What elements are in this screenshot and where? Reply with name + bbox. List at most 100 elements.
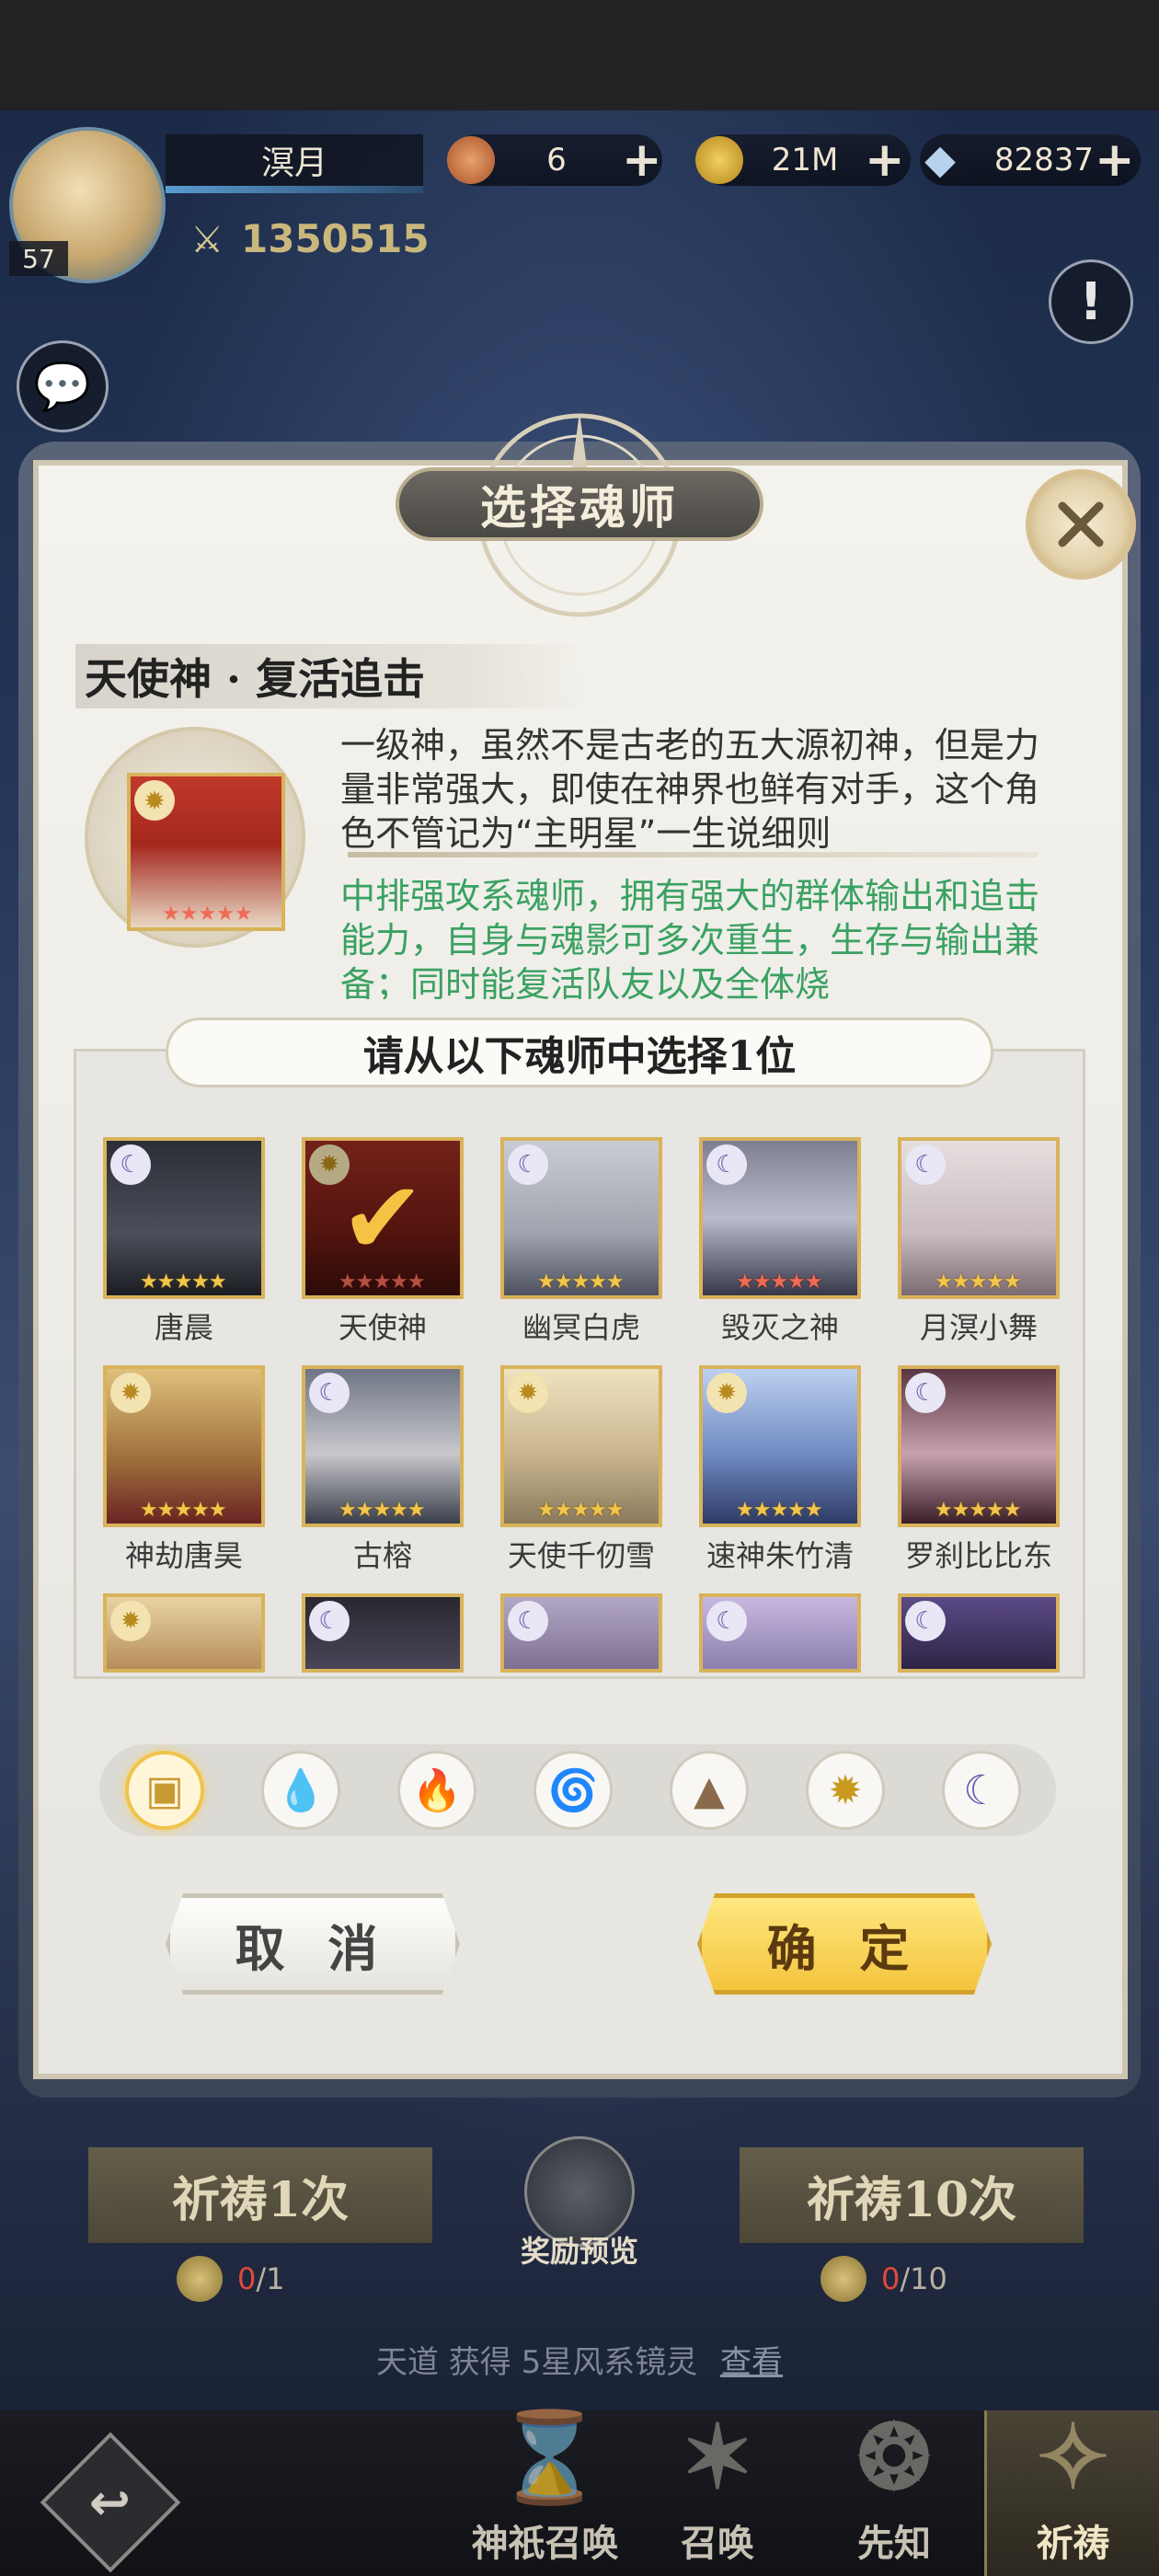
hero-card[interactable]: ☾ xyxy=(699,1593,861,1673)
moon-icon: ☾ xyxy=(309,1601,350,1641)
pray-ten-need: /10 xyxy=(900,2261,947,2296)
moon-icon: ☾ xyxy=(963,1766,1000,1814)
hero-name: 幽冥白虎 xyxy=(522,1310,640,1345)
nav-deity-summon[interactable]: ⌛ 神祇召唤 xyxy=(446,2405,644,2576)
add-gold-button[interactable]: + xyxy=(865,136,905,184)
wind-icon: 🌀 xyxy=(547,1767,599,1814)
filter-sun[interactable]: ✹ xyxy=(806,1751,885,1830)
filter-moon[interactable]: ☾ xyxy=(942,1751,1021,1830)
moon-icon: ☾ xyxy=(905,1601,946,1641)
nav-pray[interactable]: ✧ 祈祷 xyxy=(984,2405,1159,2576)
player-level: 57 xyxy=(9,241,68,276)
moon-icon: ☾ xyxy=(110,1144,151,1185)
hero-card[interactable]: ☾ ★★★★★ xyxy=(898,1365,1060,1527)
hero-card[interactable]: ✹ ★★★★★ xyxy=(103,1365,265,1527)
hero-stars: ★★★★★ xyxy=(339,1499,426,1522)
confirm-button[interactable]: 确 定 xyxy=(697,1893,992,1995)
add-orb-button[interactable]: + xyxy=(622,136,662,184)
sun-icon: ✹ xyxy=(110,1601,151,1641)
close-button[interactable] xyxy=(1026,469,1136,580)
back-button[interactable]: ↩ xyxy=(40,2432,181,2573)
nav-deity-summon-label: 神祇召唤 xyxy=(471,2522,619,2565)
currency-orb-icon xyxy=(447,136,495,184)
exclamation-icon: ! xyxy=(1079,271,1103,332)
pray-once-cost: 0 /1 xyxy=(177,2256,285,2302)
sun-icon: ✹ xyxy=(508,1373,548,1413)
pray-once-button[interactable]: 祈祷1次 xyxy=(88,2147,432,2243)
skill-title: 天使神 · 复活追击 xyxy=(75,644,591,708)
hero-name: 速神朱竹清 xyxy=(706,1538,854,1573)
hero-card[interactable]: ☾ ★★★★★ xyxy=(500,1137,662,1299)
hero-card[interactable]: ☾ xyxy=(500,1593,662,1673)
hero-card[interactable]: ✹ ★★★★★ ✔ xyxy=(302,1137,464,1299)
hero-card[interactable]: ✹ xyxy=(103,1593,265,1673)
pray-icon: ✧ xyxy=(1036,2405,1110,2509)
hero-description: 一级神，虽然不是古老的五大源初神，但是力量非常强大，即使在神界也鲜有对手，这个角… xyxy=(340,725,1040,852)
nav-summon[interactable]: ✶ 召唤 xyxy=(625,2407,809,2576)
prophet-icon: ❂ xyxy=(856,2405,932,2509)
pray-token-icon xyxy=(177,2256,223,2302)
hero-name: 神劫唐昊 xyxy=(124,1538,243,1573)
chat-button[interactable]: 💬 xyxy=(17,340,109,432)
reward-preview-button[interactable]: 奖励预览 xyxy=(506,2136,653,2283)
nav-pray-label: 祈祷 xyxy=(1036,2522,1110,2565)
hero-name: 古榕 xyxy=(352,1538,412,1573)
filter-earth-mountain[interactable]: ▲ xyxy=(670,1751,749,1830)
hero-card[interactable]: ☾ ★★★★★ xyxy=(898,1137,1060,1299)
sun-icon: ✹ xyxy=(110,1373,151,1413)
modal-title: 选择魂师 xyxy=(396,467,763,541)
hero-card[interactable]: ☾ ★★★★★ xyxy=(302,1365,464,1527)
hero-stars: ★★★★★ xyxy=(140,1499,227,1522)
add-diamond-button[interactable]: + xyxy=(1095,136,1135,184)
water-drop-icon: 💧 xyxy=(275,1767,327,1814)
pray-token-icon xyxy=(820,2256,866,2302)
nav-prophet-label: 先知 xyxy=(857,2522,931,2565)
hero-card[interactable]: ☾ xyxy=(898,1593,1060,1673)
hero-card[interactable]: ✹ ★★★★★ xyxy=(500,1365,662,1527)
hero-name: 天使神 xyxy=(338,1310,427,1345)
pray-ten-cost: 0 /10 xyxy=(820,2256,947,2302)
pray-ten-have: 0 xyxy=(881,2261,901,2296)
resource-gold-value: 21M xyxy=(771,142,839,178)
hero-card[interactable]: ☾ xyxy=(302,1593,464,1673)
diamond-icon: ◆ xyxy=(924,136,956,183)
status-bar xyxy=(0,0,1159,110)
pray-once-have: 0 xyxy=(237,2261,257,2296)
chat-bubble-icon: 💬 xyxy=(33,359,92,413)
all-box-icon: ▣ xyxy=(145,1766,184,1814)
checkmark-icon: ✔ xyxy=(305,1141,460,1295)
moon-icon: ☾ xyxy=(706,1144,747,1185)
hourglass-icon: ⌛ xyxy=(494,2405,605,2509)
close-icon xyxy=(1058,501,1104,547)
filter-wind[interactable]: 🌀 xyxy=(534,1751,613,1830)
hero-card[interactable]: ☾ ★★★★★ xyxy=(103,1137,265,1299)
moon-icon: ☾ xyxy=(508,1144,548,1185)
hero-name: 毁灭之神 xyxy=(720,1310,839,1345)
fire-icon: 🔥 xyxy=(411,1767,463,1814)
hero-stars: ★★★★★ xyxy=(140,1271,227,1294)
sun-icon: ✹ xyxy=(134,780,175,821)
broadcast-line: 天道 获得 5星风系镜灵 查看 xyxy=(0,2337,1159,2382)
hero-card[interactable]: ✹ ★★★★★ xyxy=(699,1365,861,1527)
hero-name: 天使千仞雪 xyxy=(507,1538,655,1573)
broadcast-text: 天道 获得 5星风系镜灵 xyxy=(375,2344,698,2381)
resource-diamond-value: 82837 xyxy=(993,142,1095,178)
filter-fire[interactable]: 🔥 xyxy=(397,1751,476,1830)
hero-highlight: 中排强攻系魂师，拥有强大的群体输出和追击能力，自身与魂影可多次重生，生存与输出兼… xyxy=(340,876,1040,999)
cancel-button[interactable]: 取 消 xyxy=(166,1893,460,1995)
hero-stars: ★★★★★ xyxy=(935,1271,1022,1294)
broadcast-view-link[interactable]: 查看 xyxy=(720,2344,783,2381)
filter-water-drop[interactable]: 💧 xyxy=(261,1751,340,1830)
info-button[interactable]: ! xyxy=(1049,259,1133,344)
hero-card[interactable]: ☾ ★★★★★ xyxy=(699,1137,861,1299)
moon-icon: ☾ xyxy=(508,1601,548,1641)
sun-icon: ✹ xyxy=(706,1373,747,1413)
filter-all-box[interactable]: ▣ xyxy=(125,1751,204,1830)
resource-orb-value: 6 xyxy=(546,142,567,178)
selected-hero-portrait: ✹ ★★★★★ xyxy=(127,773,285,931)
pray-ten-button[interactable]: 祈祷10次 xyxy=(740,2147,1084,2243)
nav-prophet[interactable]: ❂ 先知 xyxy=(802,2405,986,2576)
earth-mountain-icon: ▲ xyxy=(694,1766,725,1814)
power-icon: ⚔ xyxy=(190,219,224,261)
nav-summon-label: 召唤 xyxy=(681,2522,754,2565)
